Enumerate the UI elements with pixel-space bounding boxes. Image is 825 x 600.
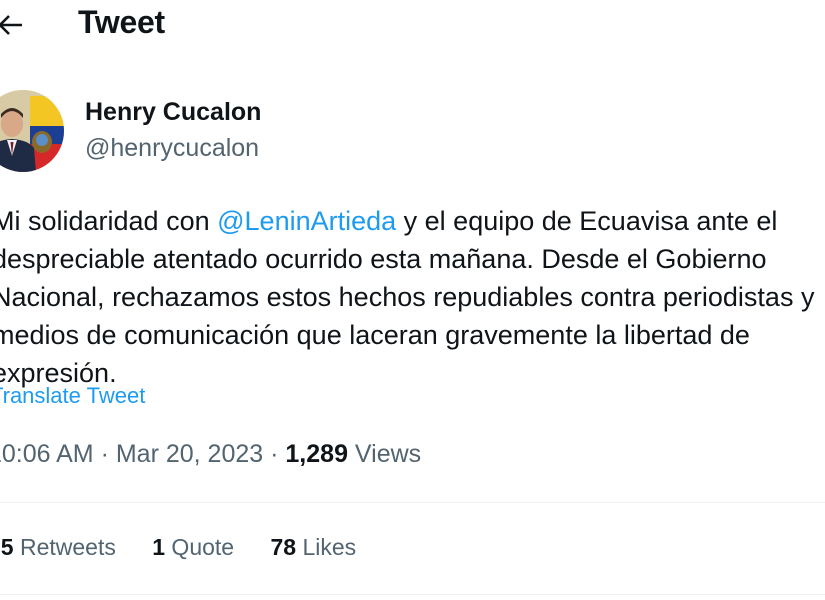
tweet-text-segment: y el equipo de Ecuavisa ante el: [396, 206, 778, 236]
tweet-text-line: despreciable atentado ocurrido esta maña…: [0, 244, 767, 274]
tweet-text: Mi solidaridad con @LeninArtieda y el eq…: [0, 202, 825, 392]
author-handle[interactable]: @henrycucalon: [85, 134, 259, 163]
tweet-date[interactable]: Mar 20, 2023: [116, 440, 263, 468]
author-display-name[interactable]: Henry Cucalon: [85, 98, 261, 127]
quotes-count: 1: [152, 534, 166, 560]
divider: [0, 594, 825, 595]
likes-label: Likes: [296, 534, 357, 560]
retweets-stat[interactable]: 35 Retweets: [0, 534, 116, 561]
retweets-label: Retweets: [13, 534, 116, 560]
tweet-page: Tweet Henry Cucalon @henrycucalon Mi sol…: [0, 0, 825, 600]
meta-separator: ·: [263, 440, 286, 468]
likes-count: 78: [270, 534, 297, 560]
translate-tweet-link[interactable]: Translate Tweet: [0, 383, 145, 409]
tweet-text-line: Nacional, rechazamos estos hechos repudi…: [0, 282, 815, 312]
mention-link[interactable]: @LeninArtieda: [217, 206, 396, 236]
likes-stat[interactable]: 78 Likes: [270, 534, 356, 561]
tweet-text-line: Mi solidaridad con @LeninArtieda y el eq…: [0, 202, 825, 240]
tweet-time[interactable]: 10:06 AM: [0, 440, 94, 468]
views-label: Views: [347, 440, 422, 468]
page-title: Tweet: [78, 4, 165, 40]
views-count: 1,289: [285, 440, 348, 468]
quotes-stat[interactable]: 1 Quote: [152, 534, 234, 561]
tweet-header: Tweet: [0, 0, 825, 50]
retweets-count: 35: [0, 534, 14, 560]
avatar-photo: [0, 90, 64, 172]
divider: [0, 502, 825, 503]
tweet-text-segment: Mi solidaridad con: [0, 206, 218, 236]
meta-separator: ·: [93, 440, 116, 468]
engagement-stats: 35 Retweets 1 Quote 78 Likes: [0, 534, 356, 561]
tweet-meta: 10:06 AM · Mar 20, 2023 · 1,289 Views: [0, 440, 421, 469]
tweet-text-line: medios de comunicación que laceran grave…: [0, 320, 750, 350]
author-avatar[interactable]: [0, 90, 64, 172]
back-arrow-icon[interactable]: [0, 10, 26, 40]
quotes-label: Quote: [165, 534, 235, 560]
